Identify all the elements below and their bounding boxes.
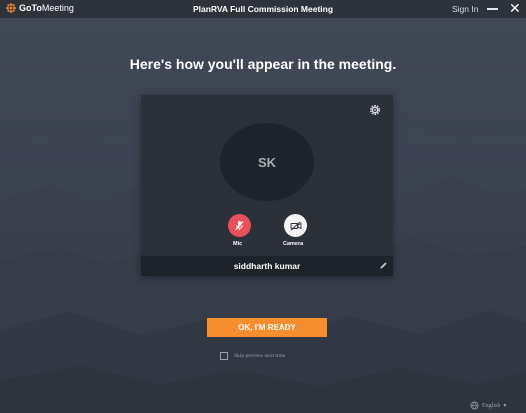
title-bar: GoToMeeting PlanRVA Full Commission Meet… xyxy=(0,0,526,18)
pencil-icon[interactable] xyxy=(379,261,388,270)
gear-icon[interactable] xyxy=(369,104,381,116)
mic-muted-icon xyxy=(235,220,244,231)
camera-off-icon xyxy=(290,220,301,231)
meeting-preview-window: GoToMeeting PlanRVA Full Commission Meet… xyxy=(0,0,526,413)
minimize-button[interactable] xyxy=(487,8,498,10)
close-button[interactable]: ✕ xyxy=(509,1,521,15)
page-heading: Here's how you'll appear in the meeting. xyxy=(129,56,397,72)
skip-preview-checkbox[interactable] xyxy=(220,352,228,360)
camera-label: Camera xyxy=(283,241,304,247)
language-selector[interactable]: English ▾ xyxy=(470,401,506,410)
language-label: English xyxy=(482,402,501,409)
ready-button[interactable]: OK, I'M READY xyxy=(207,318,327,337)
sign-in-link[interactable]: Sign In xyxy=(452,4,478,14)
avatar: SK xyxy=(220,123,314,201)
mic-label: Mic xyxy=(233,241,243,247)
display-name-bar: siddharth kumar xyxy=(141,256,393,276)
camera-toggle-button[interactable] xyxy=(284,214,307,237)
window-title: PlanRVA Full Commission Meeting xyxy=(192,4,334,14)
globe-icon xyxy=(470,401,479,410)
display-name: siddharth kumar xyxy=(233,261,301,271)
skip-preview-label: Skip preview next time xyxy=(234,353,286,359)
mic-toggle-button[interactable] xyxy=(228,214,251,237)
skip-preview-option[interactable]: Skip preview next time xyxy=(220,352,285,360)
chevron-down-icon: ▾ xyxy=(503,403,507,409)
